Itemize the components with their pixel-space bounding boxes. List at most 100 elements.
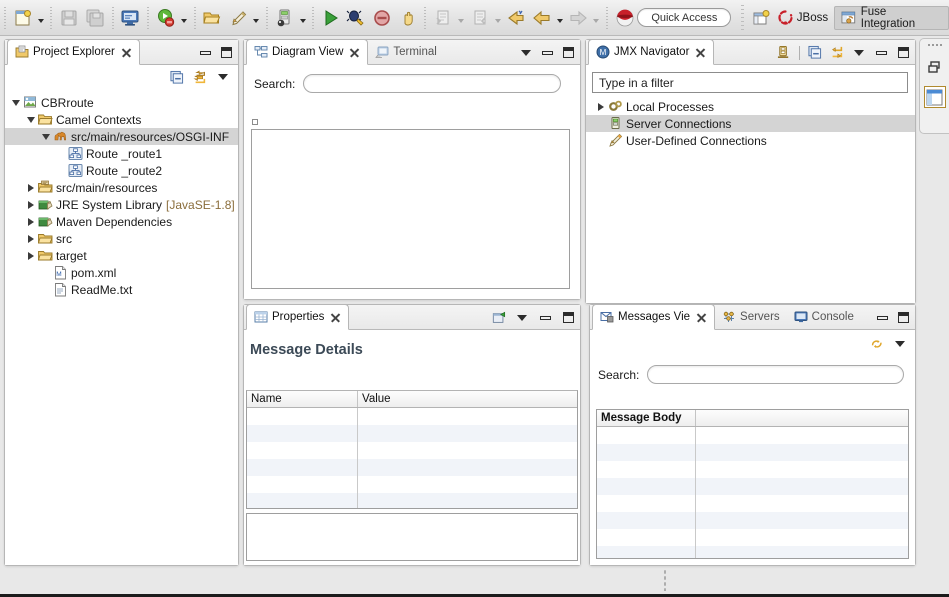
tab-terminal[interactable]: Terminal — [368, 39, 443, 64]
chevron-down-icon[interactable] — [39, 133, 52, 140]
suspend-button[interactable] — [395, 5, 421, 31]
minimize-icon[interactable] — [874, 46, 888, 60]
message-body-rows[interactable] — [597, 427, 908, 558]
minimize-icon[interactable] — [198, 46, 212, 60]
minimize-icon[interactable] — [540, 46, 554, 60]
tab-console[interactable]: Console — [787, 304, 861, 329]
chevron-right-icon[interactable] — [24, 200, 37, 209]
minimize-icon[interactable] — [875, 311, 889, 325]
jmx-tree[interactable]: Local Processes Server Connections User-De… — [586, 98, 915, 303]
run-server-button[interactable] — [153, 5, 179, 31]
tree-item-maven-dependencies[interactable]: Maven Dependencies — [5, 213, 238, 230]
new-wizard-dropdown[interactable] — [36, 5, 47, 31]
close-icon[interactable] — [349, 47, 360, 58]
edit-dropdown[interactable] — [251, 5, 262, 31]
save-button[interactable] — [56, 5, 82, 31]
save-all-button[interactable] — [82, 5, 108, 31]
tab-project-explorer[interactable]: Project Explorer — [7, 39, 140, 65]
forward-dropdown[interactable] — [591, 5, 602, 31]
collapse-all-icon[interactable] — [170, 70, 184, 84]
column-header-blank[interactable] — [696, 410, 908, 426]
collapse-all-icon[interactable] — [808, 45, 822, 60]
tab-messages-view[interactable]: Messages Vie — [592, 304, 716, 330]
chevron-down-icon[interactable] — [24, 116, 37, 123]
maximize-icon[interactable] — [896, 46, 910, 60]
table-row[interactable] — [597, 495, 908, 512]
back-dropdown[interactable] — [554, 5, 565, 31]
close-icon[interactable] — [695, 47, 706, 58]
tree-item-camel-contexts[interactable]: Camel Contexts — [5, 111, 238, 128]
tab-diagram-view[interactable]: Diagram View — [246, 39, 369, 65]
terminate-button[interactable] — [369, 5, 395, 31]
message-details-rows[interactable] — [247, 408, 577, 508]
table-row[interactable] — [247, 493, 577, 508]
new-wizard-button[interactable] — [10, 5, 36, 31]
maximize-icon[interactable] — [219, 46, 233, 60]
view-menu-icon[interactable] — [519, 46, 533, 60]
chevron-down-icon[interactable] — [9, 99, 22, 106]
previous-annotation-dropdown[interactable] — [492, 5, 503, 31]
chevron-right-icon[interactable] — [24, 251, 37, 260]
jmx-tree-item-user-defined-connections[interactable]: User-Defined Connections — [586, 132, 915, 149]
close-icon[interactable] — [121, 47, 132, 58]
new-connection-icon[interactable] — [777, 45, 791, 60]
fastview-grip[interactable] — [926, 43, 943, 48]
diagram-search-input[interactable] — [303, 74, 562, 93]
next-annotation-button[interactable] — [430, 5, 456, 31]
database-dropdown[interactable] — [297, 5, 308, 31]
forward-button[interactable] — [565, 5, 591, 31]
table-row[interactable] — [247, 459, 577, 476]
table-row[interactable] — [247, 442, 577, 459]
tree-item-jre-system-library[interactable]: JRE System Library [JavaSE-1.8] — [5, 196, 238, 213]
tab-servers[interactable]: Servers — [715, 304, 787, 329]
column-header-value[interactable]: Value — [358, 391, 577, 407]
view-menu-icon[interactable] — [852, 46, 866, 60]
bottom-resize-grip[interactable] — [663, 569, 667, 591]
table-row[interactable] — [597, 478, 908, 495]
chevron-right-icon[interactable] — [24, 183, 37, 192]
view-menu-icon[interactable] — [893, 337, 907, 351]
table-row[interactable] — [247, 476, 577, 493]
table-row[interactable] — [597, 427, 908, 444]
open-resource-button[interactable] — [200, 5, 226, 31]
diagram-canvas[interactable] — [251, 129, 570, 289]
view-menu-icon[interactable] — [515, 311, 529, 325]
refresh-icon[interactable] — [870, 337, 884, 351]
table-row[interactable] — [597, 461, 908, 478]
table-row[interactable] — [597, 529, 908, 546]
chevron-right-icon[interactable] — [594, 102, 607, 111]
perspective-fuse-integration[interactable]: Fuse Integration — [834, 5, 949, 30]
maximize-icon[interactable] — [896, 311, 910, 325]
tab-properties[interactable]: Properties — [246, 304, 350, 330]
tree-item-cbrroute[interactable]: CBRroute — [5, 94, 238, 111]
open-perspective-button[interactable] — [750, 5, 772, 31]
edit-button[interactable] — [225, 5, 251, 31]
table-row[interactable] — [597, 546, 908, 558]
close-icon[interactable] — [696, 312, 707, 323]
maximize-icon[interactable] — [561, 311, 575, 325]
chevron-right-icon[interactable] — [24, 217, 37, 226]
table-row[interactable] — [597, 512, 908, 529]
quick-access-input[interactable]: Quick Access — [637, 8, 732, 27]
tree-item-src-main-resources-osgi-inf[interactable]: src/main/resources/OSGI-INF — [5, 128, 238, 145]
tree-item-route-route1[interactable]: Route _route1 — [5, 145, 238, 162]
tree-item-readme-txt[interactable]: ReadMe.txt — [5, 281, 238, 298]
tab-jmx-navigator[interactable]: M JMX Navigator — [588, 39, 715, 65]
message-body-table[interactable]: Message Body — [596, 409, 909, 559]
link-with-editor-icon[interactable] — [193, 69, 207, 84]
project-explorer-tree[interactable]: CBRroute Camel Contexts src/main/resources… — [5, 90, 238, 565]
jmx-tree-item-local-processes[interactable]: Local Processes — [586, 98, 915, 115]
perspective-layout-icon[interactable] — [923, 86, 946, 108]
run-server-dropdown[interactable] — [179, 5, 190, 31]
maximize-icon[interactable] — [561, 46, 575, 60]
database-button[interactable] — [272, 5, 298, 31]
message-details-detail-box[interactable] — [246, 513, 578, 561]
back-button[interactable] — [529, 5, 555, 31]
close-icon[interactable] — [330, 312, 341, 323]
run-button[interactable] — [318, 5, 344, 31]
link-icon[interactable] — [830, 46, 844, 60]
column-header-name[interactable]: Name — [247, 391, 358, 407]
tree-item-src-main-resources[interactable]: src/main/resources — [5, 179, 238, 196]
last-edit-location-button[interactable] — [503, 5, 529, 31]
tree-item-src[interactable]: src — [5, 230, 238, 247]
